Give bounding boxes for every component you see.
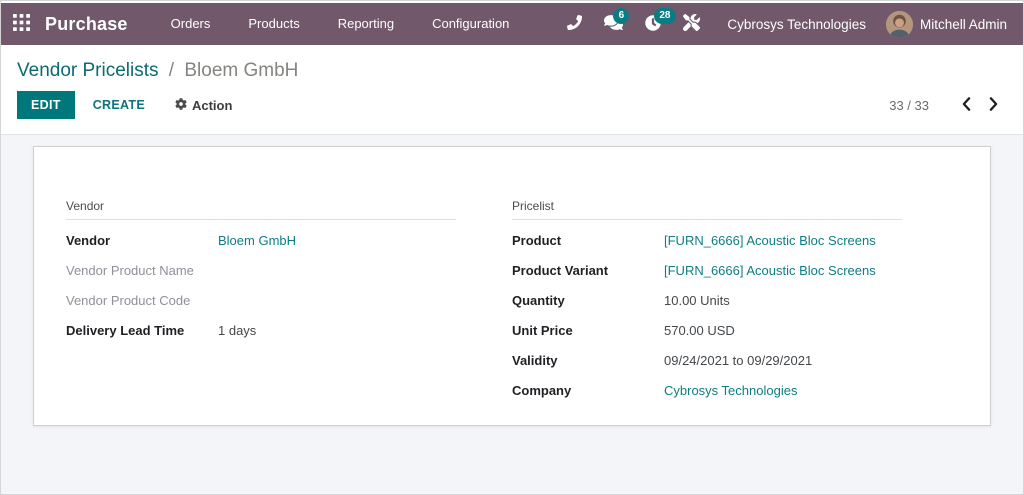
field-value: 10.00 Units bbox=[664, 293, 730, 308]
menu-item-configuration[interactable]: Configuration bbox=[413, 3, 528, 45]
vendor-section: Vendor Vendor Bloem GmbH Vendor Product Nam… bbox=[66, 199, 456, 406]
form-sheet: Vendor Vendor Bloem GmbH Vendor Product Nam… bbox=[33, 146, 991, 426]
field-value: 570.00 USD bbox=[664, 323, 735, 338]
field-row: Vendor Bloem GmbH bbox=[66, 226, 456, 256]
field-label: Quantity bbox=[512, 293, 565, 308]
field-value[interactable]: [FURN_6666] Acoustic Bloc Screens bbox=[664, 263, 876, 278]
field-row: Unit Price 570.00 USD bbox=[512, 316, 902, 346]
field-row: Product Variant [FURN_6666] Acoustic Bloc… bbox=[512, 256, 902, 286]
phone-icon bbox=[567, 14, 583, 33]
field-value[interactable]: Cybrosys Technologies bbox=[664, 383, 797, 398]
field-row: Vendor Product Code bbox=[66, 286, 456, 316]
apps-menu-button[interactable] bbox=[1, 3, 41, 45]
field-value: 1 days bbox=[218, 323, 257, 338]
navbar-right: 6 28 Cybrosys Technologies Mitchell Admi… bbox=[556, 3, 1023, 45]
field-label: Product Variant bbox=[512, 263, 609, 278]
edit-button[interactable]: EDIT bbox=[17, 91, 75, 119]
pager-previous-button[interactable] bbox=[953, 95, 980, 116]
field-label: Delivery Lead Time bbox=[66, 323, 185, 338]
top-navbar: Purchase Orders Products Reporting Configur… bbox=[1, 3, 1023, 45]
control-panel-buttons-row: EDIT CREATE Action 33 / 33 bbox=[1, 82, 1023, 119]
field-label: Vendor Product Name bbox=[66, 263, 194, 278]
field-row: Vendor Product Name bbox=[66, 256, 456, 286]
menu-item-orders[interactable]: Orders bbox=[152, 3, 230, 45]
grid-icon bbox=[12, 14, 30, 34]
user-menu[interactable]: Mitchell Admin bbox=[882, 3, 1011, 45]
company-switcher[interactable]: Cybrosys Technologies bbox=[711, 3, 882, 45]
menu-item-products[interactable]: Products bbox=[229, 3, 318, 45]
avatar bbox=[885, 10, 913, 38]
chevron-right-icon bbox=[989, 96, 998, 114]
content-area: Vendor Vendor Bloem GmbH Vendor Product Nam… bbox=[1, 135, 1023, 494]
app-title[interactable]: Purchase bbox=[45, 14, 128, 35]
activities-button[interactable]: 28 bbox=[634, 3, 676, 45]
menu-item-reporting[interactable]: Reporting bbox=[319, 3, 413, 45]
section-title: Vendor bbox=[66, 199, 456, 220]
tools-button[interactable] bbox=[672, 3, 711, 45]
breadcrumb-current: Bloem GmbH bbox=[184, 60, 299, 81]
field-row: Delivery Lead Time 1 days bbox=[66, 316, 456, 346]
control-panel-left: EDIT CREATE Action bbox=[17, 91, 232, 119]
pager-value[interactable]: 33 / 33 bbox=[889, 98, 929, 113]
field-label: Company bbox=[512, 383, 572, 398]
phone-button[interactable] bbox=[556, 3, 593, 45]
section-title: Pricelist bbox=[512, 199, 902, 220]
breadcrumb-separator: / bbox=[168, 60, 175, 81]
field-value[interactable]: [FURN_6666] Acoustic Bloc Screens bbox=[664, 233, 876, 248]
breadcrumb-parent-link[interactable]: Vendor Pricelists bbox=[17, 60, 159, 81]
field-value[interactable]: Bloem GmbH bbox=[218, 233, 296, 248]
wrench-icon bbox=[683, 13, 701, 34]
action-menu-button[interactable]: Action bbox=[175, 98, 232, 113]
field-row: Product [FURN_6666] Acoustic Bloc Screens bbox=[512, 226, 902, 256]
messages-button[interactable]: 6 bbox=[593, 3, 634, 45]
navbar-left: Purchase Orders Products Reporting Configur… bbox=[1, 3, 528, 45]
field-row: Quantity 10.00 Units bbox=[512, 286, 902, 316]
user-name: Mitchell Admin bbox=[919, 16, 1007, 32]
field-label: Vendor bbox=[66, 233, 111, 248]
field-label: Vendor Product Code bbox=[66, 293, 191, 308]
app-window: Purchase Orders Products Reporting Configur… bbox=[0, 0, 1024, 495]
main-menu: Orders Products Reporting Configuration bbox=[152, 3, 529, 45]
field-row: Validity 09/24/2021 to 09/29/2021 bbox=[512, 346, 902, 376]
action-label: Action bbox=[191, 97, 233, 113]
control-panel: Vendor Pricelists / Bloem GmbH EDIT CREA… bbox=[1, 45, 1023, 135]
field-row: Company Cybrosys Technologies bbox=[512, 376, 902, 406]
breadcrumb: Vendor Pricelists / Bloem GmbH bbox=[1, 45, 1023, 82]
pager: 33 / 33 bbox=[889, 95, 1007, 116]
pager-next-button[interactable] bbox=[980, 95, 1007, 116]
chevron-left-icon bbox=[962, 96, 971, 114]
field-value: 09/24/2021 to 09/29/2021 bbox=[664, 353, 813, 368]
field-label: Unit Price bbox=[512, 323, 573, 338]
field-label: Validity bbox=[512, 353, 558, 368]
form-grid: Vendor Vendor Bloem GmbH Vendor Product Nam… bbox=[66, 199, 990, 406]
pricelist-section: Pricelist Product [FURN_6666] Acoustic Blo… bbox=[512, 199, 902, 406]
field-label: Product bbox=[512, 233, 562, 248]
messages-badge: 6 bbox=[613, 8, 630, 24]
create-button[interactable]: CREATE bbox=[83, 92, 155, 118]
gear-icon bbox=[175, 97, 187, 113]
